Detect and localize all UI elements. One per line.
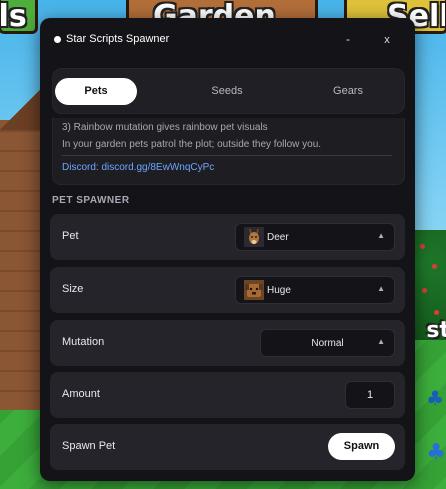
tab-seeds[interactable]: Seeds <box>186 78 268 105</box>
chevron-up-icon: ▲ <box>377 231 385 240</box>
amount-input[interactable]: 1 <box>345 381 395 409</box>
size-value: Huge <box>267 285 291 296</box>
mutation-row: Mutation Normal ▲ <box>50 320 405 366</box>
deer-icon <box>244 227 264 247</box>
minimize-button[interactable]: - <box>338 32 358 48</box>
info-text: In your garden pets patrol the plot; out… <box>62 139 322 150</box>
tab-bar: Pets Seeds Gears <box>52 68 405 114</box>
info-panel: 3) Rainbow mutation gives rainbow pet vi… <box>52 118 405 185</box>
pet-label: Pet <box>62 230 79 242</box>
mutation-dropdown[interactable]: Normal ▲ <box>260 329 395 357</box>
tab-gears[interactable]: Gears <box>307 78 389 105</box>
app-icon <box>54 36 61 43</box>
amount-row: Amount 1 <box>50 372 405 418</box>
title-bar[interactable]: Star Scripts Spawner - x <box>40 18 415 62</box>
seeds-sign: eds <box>0 0 38 34</box>
discord-link[interactable]: Discord: discord.gg/8EwWnqCyPc <box>62 162 214 173</box>
window-title: Star Scripts Spawner <box>66 33 170 45</box>
size-row: Size Huge ▲ <box>50 267 405 313</box>
section-title: PET SPAWNER <box>52 195 130 206</box>
dog-icon <box>244 280 264 300</box>
spawner-window: Star Scripts Spawner - x Pets Seeds Gear… <box>40 18 415 481</box>
chevron-up-icon: ▲ <box>377 337 385 346</box>
mutation-label: Mutation <box>62 336 105 348</box>
pet-dropdown[interactable]: Deer ▲ <box>235 223 395 251</box>
spawn-button[interactable]: Spawn <box>328 433 395 460</box>
amount-label: Amount <box>62 388 100 400</box>
mutation-value: Normal <box>311 338 344 349</box>
side-sign: st <box>426 318 446 343</box>
tab-pets[interactable]: Pets <box>55 78 137 105</box>
pet-row: Pet Deer ▲ <box>50 214 405 260</box>
plant-icon: ♣ <box>426 386 444 410</box>
close-button[interactable]: x <box>377 32 397 48</box>
chevron-up-icon: ▲ <box>377 284 385 293</box>
size-label: Size <box>62 283 84 295</box>
spawn-row: Spawn Pet Spawn <box>50 424 405 470</box>
brick-wall <box>0 90 40 410</box>
plant-icon: ♣ <box>426 440 446 465</box>
pet-value: Deer <box>267 232 289 243</box>
spawn-label: Spawn Pet <box>62 440 116 452</box>
size-dropdown[interactable]: Huge ▲ <box>235 276 395 304</box>
info-text: 3) Rainbow mutation gives rainbow pet vi… <box>62 122 268 133</box>
divider <box>62 155 392 156</box>
